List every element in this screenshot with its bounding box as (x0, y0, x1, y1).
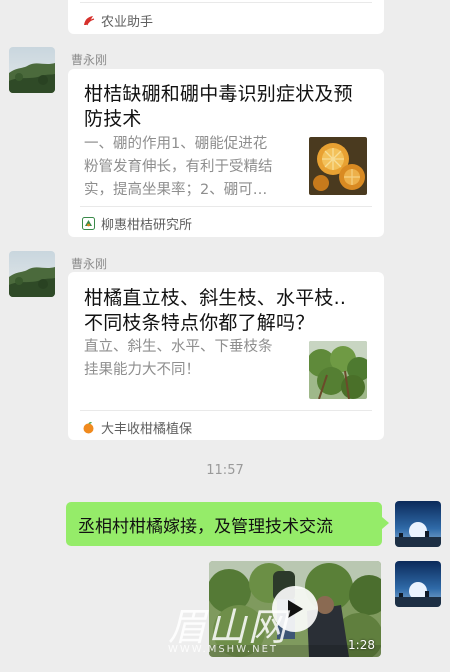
avatar[interactable] (9, 251, 55, 297)
bubble-tail (382, 517, 389, 529)
chat-timestamp: 11:57 (206, 463, 244, 478)
card-source-label: 大丰收柑橘植保 (101, 422, 193, 437)
link-card-desc-line: 一、硼的作用1、硼能促进花 (84, 136, 268, 152)
watermark: 眉山网 WWW.MSHW.NET (168, 606, 298, 655)
link-card[interactable]: 柑桔缺硼和硼中毒识别症状及预 防技术 一、硼的作用1、硼能促进花 粉管发育伸长，… (68, 69, 384, 237)
card-source[interactable]: 柳惠柑桔研究所 (82, 214, 192, 233)
link-card-desc-line: 实，提高坐果率；2、硼可… (84, 182, 268, 198)
link-card-title-line: 柑桔缺硼和硼中毒识别症状及预 (84, 83, 353, 105)
avatar-landscape-image (9, 47, 55, 93)
link-card-title-line: 不同枝条特点你都了解吗？ (84, 312, 315, 334)
card-source[interactable]: 农业助手 (82, 11, 153, 30)
video-duration: 1:28 (348, 638, 375, 652)
link-card-title: 柑橘直立枝、斜生枝、水平枝.. 不同枝条特点你都了解吗？ (84, 286, 374, 336)
link-card-description: 直立、斜生、水平、下垂枝条 挂果能力大不同！ (84, 336, 304, 382)
orange-logo-icon (83, 422, 94, 434)
card-source[interactable]: 大丰收柑橘植保 (82, 418, 192, 437)
link-card-title: 柑桔缺硼和硼中毒识别症状及预 防技术 (84, 82, 370, 132)
link-card-description: 一、硼的作用1、硼能促进花 粉管发育伸长，有利于受精结 实，提高坐果率；2、硼可… (84, 133, 304, 202)
card-source-label: 柳惠柑桔研究所 (101, 218, 193, 233)
avatar-sunset-image (395, 561, 441, 607)
sender-name: 曹永刚 (71, 53, 108, 67)
link-card-thumbnail (309, 137, 367, 195)
my-avatar[interactable] (395, 501, 441, 547)
link-card-desc-line: 挂果能力大不同！ (84, 362, 200, 378)
card-divider (80, 410, 372, 411)
link-card-desc-line: 直立、斜生、水平、下垂枝条 (84, 339, 273, 355)
avatar-landscape-image (9, 251, 55, 297)
watermark-logo: 眉山网 (168, 605, 289, 649)
avatar-sunset-image (395, 501, 441, 547)
my-message-bubble[interactable]: 丞相村柑橘嫁接，及管理技术交流 (66, 502, 382, 546)
link-card-thumbnail (309, 341, 367, 399)
card-divider (80, 2, 372, 3)
research-institute-logo-icon (82, 217, 95, 230)
my-avatar[interactable] (395, 561, 441, 607)
link-card-desc-line: 粉管发育伸长，有利于受精结 (84, 159, 273, 175)
card-source-label: 农业助手 (101, 15, 154, 30)
avatar[interactable] (9, 47, 55, 93)
link-card-title-line: 防技术 (84, 108, 142, 130)
partial-link-card[interactable]: 农业助手 (68, 0, 384, 34)
my-message-text: 丞相村柑橘嫁接，及管理技术交流 (78, 516, 333, 537)
sender-name: 曹永刚 (71, 257, 108, 271)
card-divider (80, 206, 372, 207)
farm-logo-icon (84, 16, 95, 26)
link-card[interactable]: 柑橘直立枝、斜生枝、水平枝.. 不同枝条特点你都了解吗？ 直立、斜生、水平、下垂… (68, 272, 384, 440)
link-card-title-line: 柑橘直立枝、斜生枝、水平枝.. (84, 287, 347, 309)
